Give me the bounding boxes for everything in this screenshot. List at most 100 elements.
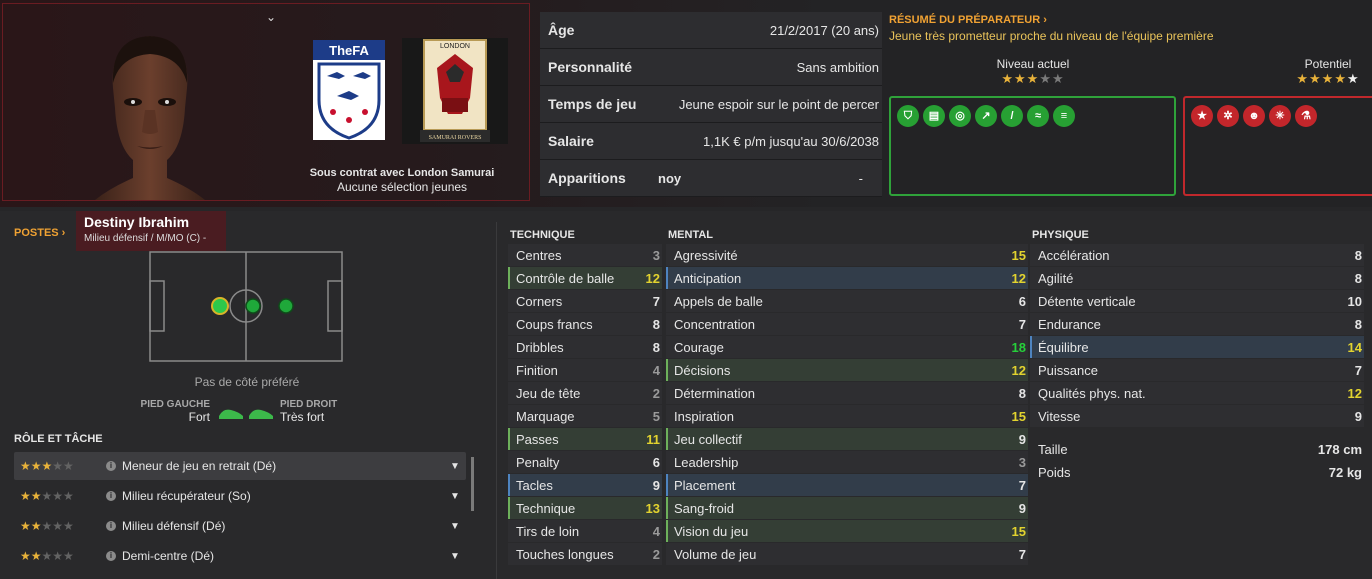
position-moc-marker — [278, 298, 294, 314]
potential-ability-stars: ★★★★★ — [1296, 71, 1360, 86]
role-item[interactable]: ★★★★★ i Milieu défensif (Dé) ▼ — [14, 512, 466, 540]
chevron-down-icon[interactable]: ⌄ — [266, 10, 276, 24]
contract-info: Sous contrat avec London Samurai Aucune … — [292, 165, 512, 194]
attribute-row[interactable]: Coups francs 8 — [508, 313, 662, 335]
attribute-name: Courage — [674, 339, 724, 355]
info-icon[interactable]: i — [106, 491, 116, 501]
attribute-name: Dribbles — [516, 339, 564, 355]
attribute-row[interactable]: Tacles 9 — [508, 474, 662, 496]
attribute-value: 7 — [1354, 362, 1362, 378]
attribute-row[interactable]: Accélération 8 — [1030, 244, 1364, 266]
player-name: Destiny Ibrahim — [84, 214, 190, 230]
shield-icon[interactable]: ⛉ — [897, 105, 919, 127]
attribute-row[interactable]: Vision du jeu 15 — [666, 520, 1028, 542]
attribute-value: 13 — [645, 500, 660, 516]
role-list-scrollbar[interactable] — [471, 457, 474, 511]
star-icon[interactable]: ★ — [1191, 105, 1213, 127]
info-icon[interactable]: i — [106, 461, 116, 471]
gears-icon[interactable]: ✲ — [1217, 105, 1239, 127]
physique-header: PHYSIQUE — [1032, 229, 1089, 241]
attribute-row[interactable]: Anticipation 12 — [666, 267, 1028, 289]
bone-icon[interactable]: / — [1001, 105, 1023, 127]
attribute-row[interactable]: Leadership 3 — [666, 451, 1028, 473]
role-stars: ★★★★★ — [20, 489, 74, 503]
attribute-row[interactable]: Détente verticale 10 — [1030, 290, 1364, 312]
attribute-row[interactable]: Placement 7 — [666, 474, 1028, 496]
info-row-salary: Salaire 1,1K € p/m jusqu'au 30/6/2038 — [540, 123, 882, 160]
role-item[interactable]: ★★★★★ i Meneur de jeu en retrait (Dé) ▼ — [14, 452, 466, 480]
role-item[interactable]: ★★★★★ i Demi-centre (Dé) ▼ — [14, 542, 466, 570]
attribute-value: 7 — [1018, 316, 1026, 332]
attribute-row[interactable]: Volume de jeu 7 — [666, 543, 1028, 565]
london-samurai-rovers-crest: LONDON SAMURAI ROVERS — [402, 38, 508, 144]
right-foot-value: Très fort — [280, 410, 325, 424]
wings-icon[interactable]: ≈ — [1027, 105, 1049, 127]
attribute-row[interactable]: Finition 4 — [508, 359, 662, 381]
attribute-row[interactable]: Appels de balle 6 — [666, 290, 1028, 312]
list-icon[interactable]: ≡ — [1053, 105, 1075, 127]
attribute-row[interactable]: Courage 18 — [666, 336, 1028, 358]
attribute-row[interactable]: Puissance 7 — [1030, 359, 1364, 381]
attribute-value: 12 — [1347, 385, 1362, 401]
attribute-row[interactable]: Tirs de loin 4 — [508, 520, 662, 542]
attribute-row[interactable]: Qualités phys. nat. 12 — [1030, 382, 1364, 404]
potential-ability-label: Potentiel — [1304, 57, 1352, 71]
attribute-value: 8 — [1354, 316, 1362, 332]
attribute-row[interactable]: Équilibre 14 — [1030, 336, 1364, 358]
attribute-row[interactable]: Technique 13 — [508, 497, 662, 519]
weight-label: Poids — [1038, 464, 1071, 480]
attribute-row[interactable]: Agressivité 15 — [666, 244, 1028, 266]
attribute-row[interactable]: Corners 7 — [508, 290, 662, 312]
preferred-side: Pas de côté préféré — [194, 375, 300, 389]
attribute-row[interactable]: Dribbles 8 — [508, 336, 662, 358]
head-icon[interactable]: ☻ — [1243, 105, 1265, 127]
attribute-row[interactable]: Jeu collectif 9 — [666, 428, 1028, 450]
attribute-value: 8 — [1354, 247, 1362, 263]
info-icon[interactable]: i — [106, 551, 116, 561]
burst-icon[interactable]: ✳ — [1269, 105, 1291, 127]
info-value: 21/2/2017 (20 ans) — [769, 22, 879, 38]
chevron-down-icon[interactable]: ▼ — [450, 491, 466, 502]
right-foot: PIED DROIT Très fort — [280, 398, 380, 424]
attribute-row[interactable]: Vitesse 9 — [1030, 405, 1364, 427]
attribute-row[interactable]: Marquage 5 — [508, 405, 662, 427]
attribute-row[interactable]: Penalty 6 — [508, 451, 662, 473]
chevron-down-icon[interactable]: ▼ — [450, 521, 466, 532]
attribute-name: Décisions — [674, 362, 731, 378]
attribute-value: 8 — [652, 339, 660, 355]
attribute-row[interactable]: Inspiration 15 — [666, 405, 1028, 427]
attribute-row[interactable]: Contrôle de balle 12 — [508, 267, 662, 289]
attribute-row[interactable]: Détermination 8 — [666, 382, 1028, 404]
left-foot-value: Fort — [188, 410, 210, 424]
attribute-row[interactable]: Touches longues 2 — [508, 543, 662, 565]
chevron-down-icon[interactable]: ▼ — [450, 461, 466, 472]
attribute-name: Concentration — [674, 316, 755, 332]
attribute-value: 9 — [652, 477, 660, 493]
target-icon[interactable]: ◎ — [949, 105, 971, 127]
attribute-row[interactable]: Agilité 8 — [1030, 267, 1364, 289]
attribute-row[interactable]: Centres 3 — [508, 244, 662, 266]
potential-ability: Potentiel ★★★★★ — [1284, 57, 1372, 87]
attribute-row[interactable]: Endurance 8 — [1030, 313, 1364, 335]
attribute-row[interactable]: Jeu de tête 2 — [508, 382, 662, 404]
attribute-row[interactable]: Décisions 12 — [666, 359, 1028, 381]
attribute-name: Tacles — [516, 477, 553, 493]
attribute-row[interactable]: Concentration 7 — [666, 313, 1028, 335]
height-row: Taille 178 cm — [1030, 438, 1364, 460]
attribute-row[interactable]: Passes 11 — [508, 428, 662, 450]
info-row-personality: Personnalité Sans ambition — [540, 49, 882, 86]
info-label: Personnalité — [548, 59, 633, 75]
coach-report-title[interactable]: RÉSUMÉ DU PRÉPARATEUR › — [889, 14, 1372, 26]
notes-icon[interactable]: ▤ — [923, 105, 945, 127]
attribute-value: 9 — [1354, 408, 1362, 424]
info-value: Jeune espoir sur le point de percer — [678, 96, 879, 112]
positions-link[interactable]: POSTES › — [14, 227, 65, 239]
svg-text:TheFA: TheFA — [329, 43, 369, 58]
role-item[interactable]: ★★★★★ i Milieu récupérateur (So) ▼ — [14, 482, 466, 510]
trend-icon[interactable]: ↗ — [975, 105, 997, 127]
chevron-down-icon[interactable]: ▼ — [450, 551, 466, 562]
info-icon[interactable]: i — [106, 521, 116, 531]
attribute-value: 14 — [1347, 339, 1362, 355]
attribute-row[interactable]: Sang-froid 9 — [666, 497, 1028, 519]
flask-icon[interactable]: ⚗ — [1295, 105, 1317, 127]
